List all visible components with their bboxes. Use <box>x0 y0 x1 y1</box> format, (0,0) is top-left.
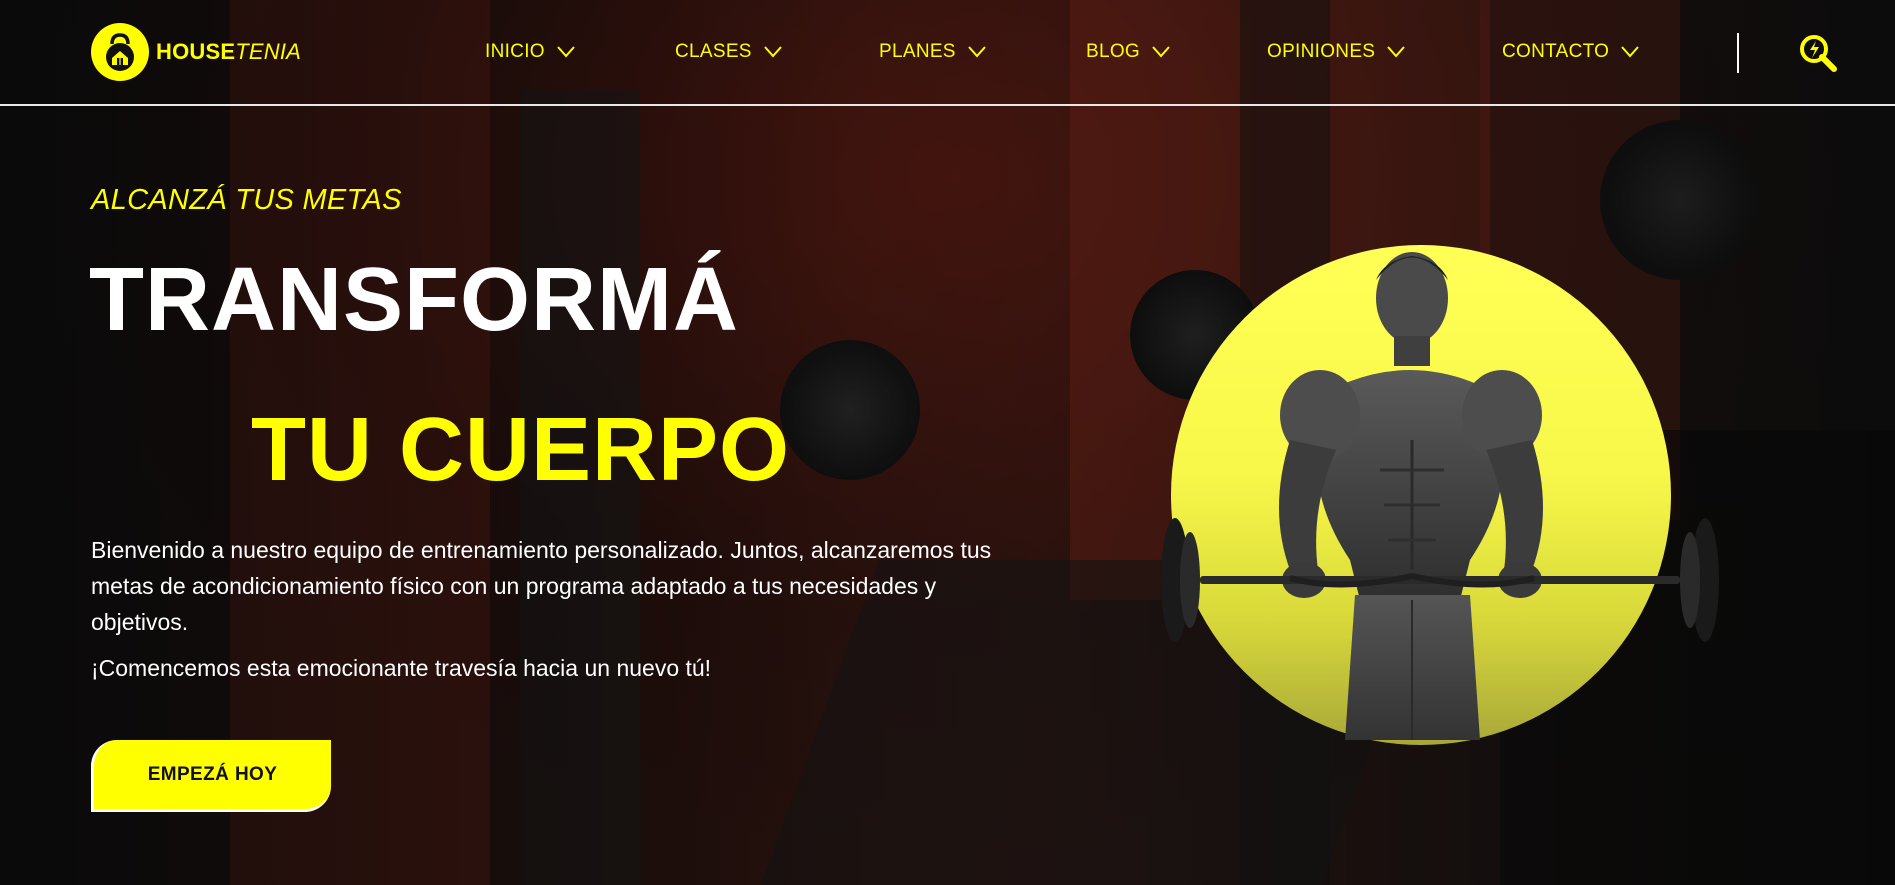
chevron-down-icon <box>1387 46 1406 58</box>
nav-item-label: BLOG <box>1086 41 1140 62</box>
hero-eyebrow: ALCANZÁ TUS METAS <box>91 184 402 216</box>
nav-item-clases[interactable]: CLASES <box>675 41 782 63</box>
chevron-down-icon <box>764 46 782 58</box>
start-today-button[interactable]: EMPEZÁ HOY <box>91 740 331 812</box>
nav-item-planes[interactable]: PLANES <box>879 41 986 63</box>
chevron-down-icon <box>1621 46 1640 58</box>
hero-tagline: ¡Comencemos esta emocionante travesía ha… <box>91 655 712 681</box>
nav-item-blog[interactable]: BLOG <box>1086 41 1170 63</box>
hero-description: Bienvenido a nuestro equipo de entrenami… <box>91 537 992 635</box>
hero-headline-line2: TU CUERPO <box>251 400 791 500</box>
main-nav: INICIO CLASES PLANES BLOG OPINIONES CONT… <box>0 0 1700 106</box>
nav-item-label: CONTACTO <box>1502 41 1610 62</box>
nav-item-label: INICIO <box>485 41 545 62</box>
nav-item-opiniones[interactable]: OPINIONES <box>1267 41 1406 63</box>
nav-item-label: PLANES <box>879 41 956 62</box>
hero-headline-line1: TRANSFORMÁ <box>89 250 739 350</box>
search-button[interactable] <box>1798 33 1838 73</box>
nav-divider <box>1737 33 1739 73</box>
nav-item-inicio[interactable]: INICIO <box>485 41 575 63</box>
nav-item-contacto[interactable]: CONTACTO <box>1502 41 1640 63</box>
site-header: HOUSETENIA INICIO CLASES PLANES BLOG OPI… <box>0 0 1895 106</box>
chevron-down-icon <box>968 46 986 58</box>
athlete-barbell-curl-image <box>1161 252 1719 740</box>
chevron-down-icon <box>557 46 575 58</box>
nav-item-label: OPINIONES <box>1267 41 1376 62</box>
chevron-down-icon <box>1152 46 1170 58</box>
search-icon <box>1800 35 1837 72</box>
nav-item-label: CLASES <box>675 41 752 62</box>
